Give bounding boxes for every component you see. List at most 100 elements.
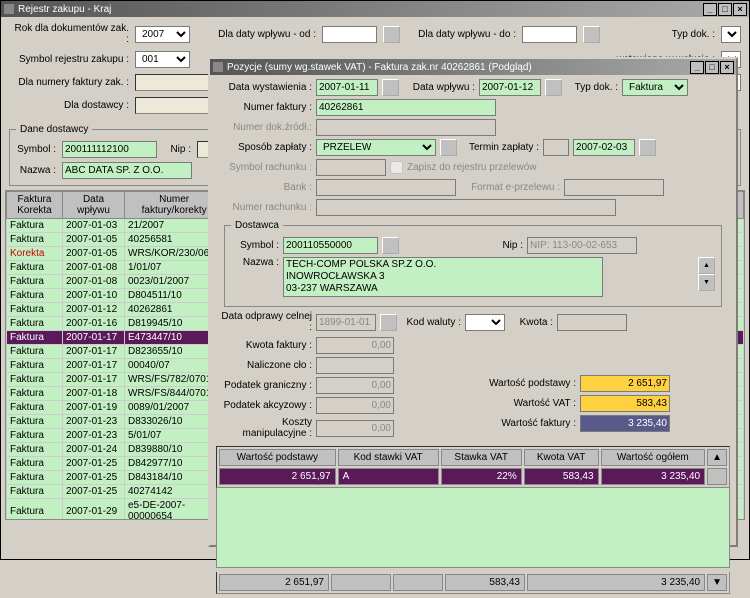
numery-label: Dla numery faktury zak. : — [9, 77, 129, 88]
supplier-nazwa-label: Nazwa : — [16, 165, 56, 176]
format-label: Format e-przelewu : — [460, 182, 560, 193]
dialog-icon — [212, 61, 224, 73]
data-wpl-label: Data wpływu : — [403, 82, 475, 93]
termin-btn[interactable] — [639, 139, 656, 156]
vat-h4[interactable]: Kwota VAT — [524, 449, 599, 466]
dost-symbol[interactable] — [283, 237, 378, 254]
scroll-up-icon[interactable]: ▲ — [698, 257, 715, 274]
kwota-fakt-label: Kwota faktury : — [216, 340, 312, 351]
wplyw-do-input[interactable] — [522, 26, 577, 43]
dostawcy-label: Dla dostawcy : — [9, 100, 129, 111]
supplier-nip-label: Nip : — [163, 144, 191, 155]
main-titlebar: Rejestr zakupu - Kraj _ □ × — [1, 1, 749, 17]
dialog-close-icon[interactable]: × — [720, 61, 734, 74]
data-wyst-btn[interactable] — [382, 79, 399, 96]
dost-nip — [527, 237, 637, 254]
dost-nazwa-label: Nazwa : — [231, 257, 279, 268]
typ-dok-label: Typ dok. : — [672, 29, 715, 40]
dost-nazwa-box: TECH-COMP POLSKA SP.Z O.O. INOWROCŁAWSKA… — [283, 257, 603, 297]
pod-gran — [316, 377, 394, 394]
data-odpr-btn[interactable] — [380, 314, 397, 331]
supplier-legend: Dane dostawcy — [16, 124, 92, 135]
dost-nazwa-1: TECH-COMP POLSKA SP.Z O.O. — [286, 259, 600, 271]
vat-h5[interactable]: Wartość ogółem — [601, 449, 706, 466]
vat-kod: A — [338, 468, 439, 485]
vat-scroll-up-icon[interactable]: ▲ — [707, 449, 727, 466]
dialog-body: Data wystawienia : Data wpływu : Typ dok… — [210, 75, 736, 598]
vat-row[interactable]: 2 651,97 A 22% 583,43 3 235,40 — [219, 468, 727, 485]
zapisz-check — [390, 161, 403, 174]
format-input — [564, 179, 664, 196]
kwota-fakt — [316, 337, 394, 354]
dialog-minimize-icon[interactable]: _ — [690, 61, 704, 74]
war-vat — [580, 395, 670, 412]
war-fakt-label: Wartość faktury : — [476, 418, 576, 429]
typ-dok-select[interactable] — [721, 26, 741, 43]
vat-h1[interactable]: Wartość podstawy — [219, 449, 336, 466]
data-odpr — [316, 314, 376, 331]
sposob-btn[interactable] — [440, 139, 457, 156]
vat-podst: 2 651,97 — [219, 468, 336, 485]
termin-days[interactable] — [543, 139, 569, 156]
nr-fakt-input[interactable] — [316, 99, 496, 116]
symbol-rej-select[interactable]: 001 — [135, 51, 190, 68]
bank-input — [316, 179, 456, 196]
dostawca-fieldset: Dostawca Symbol : Nip : Nazwa : TECH-COM… — [224, 220, 722, 307]
vat-foot-podst: 2 651,97 — [219, 574, 329, 591]
scroll-down-icon[interactable]: ▼ — [698, 274, 715, 291]
vat-foot-kwota: 583,43 — [445, 574, 525, 591]
war-fakt — [580, 415, 670, 432]
bank-label: Bank : — [216, 182, 312, 193]
nr-zrodl-label: Numer dok.źródł.: — [216, 122, 312, 133]
col-date[interactable]: Data wpływu — [63, 192, 125, 219]
vat-dialog: Pozycje (sumy wg.stawek VAT) - Faktura z… — [208, 57, 738, 547]
maximize-icon[interactable]: □ — [718, 3, 732, 16]
war-podst — [580, 375, 670, 392]
data-wyst-input[interactable] — [316, 79, 378, 96]
supplier-symbol[interactable] — [62, 141, 157, 158]
symbol-rej-label: Symbol rejestru zakupu : — [9, 54, 129, 65]
typ-dok-select2[interactable]: Faktura — [622, 79, 688, 96]
pod-akc-label: Podatek akcyzowy : — [216, 400, 312, 411]
dostawca-legend: Dostawca — [231, 220, 283, 231]
dostawcy-input[interactable] — [135, 97, 210, 114]
date-od-btn[interactable] — [383, 26, 400, 43]
termin-input[interactable] — [573, 139, 635, 156]
close-icon[interactable]: × — [733, 3, 747, 16]
rok-select[interactable]: 2007 — [135, 26, 190, 43]
dost-symbol-btn[interactable] — [382, 237, 399, 254]
dialog-maximize-icon[interactable]: □ — [705, 61, 719, 74]
vat-h2[interactable]: Kod stawki VAT — [338, 449, 439, 466]
data-wpl-input[interactable] — [479, 79, 541, 96]
minimize-icon[interactable]: _ — [703, 3, 717, 16]
koszt-label: Koszty manipulacyjne : — [216, 417, 312, 439]
vat-kwota: 583,43 — [524, 468, 599, 485]
vat-empty-area — [216, 488, 730, 568]
sposob-select[interactable]: PRZELEW — [316, 139, 436, 156]
vat-h3[interactable]: Stawka VAT — [441, 449, 522, 466]
sposob-label: Sposób zapłaty : — [216, 142, 312, 153]
pod-gran-label: Podatek graniczny : — [216, 380, 312, 391]
vat-scroll-down-icon[interactable]: ▼ — [707, 574, 727, 591]
nalicz-input — [316, 357, 394, 374]
date-do-btn[interactable] — [583, 26, 600, 43]
wplyw-od-input[interactable] — [322, 26, 377, 43]
war-vat-label: Wartość VAT : — [476, 398, 576, 409]
zapisz-label: Zapisz do rejestru przelewów — [407, 162, 537, 173]
kwota-input — [557, 314, 627, 331]
kwota-label: Kwota : — [509, 317, 553, 328]
supplier-nazwa[interactable] — [62, 162, 192, 179]
dost-nip-label: Nip : — [403, 240, 523, 251]
col-type[interactable]: Faktura Korekta — [7, 192, 63, 219]
sym-rach-label: Symbol rachunku : — [216, 162, 312, 173]
nalicz-label: Naliczone cło : — [216, 360, 312, 371]
wplyw-od-label: Dla daty wpływu - od : — [206, 29, 316, 40]
wplyw-do-label: Dla daty wpływu - do : — [406, 29, 516, 40]
kod-wal-select[interactable] — [465, 314, 505, 331]
vat-ogolem: 3 235,40 — [601, 468, 706, 485]
data-wpl-btn[interactable] — [545, 79, 562, 96]
main-title: Rejestr zakupu - Kraj — [18, 4, 703, 15]
numery-input[interactable] — [135, 74, 210, 91]
supplier-symbol-label: Symbol : — [16, 144, 56, 155]
kod-wal-label: Kod waluty : — [401, 317, 461, 328]
